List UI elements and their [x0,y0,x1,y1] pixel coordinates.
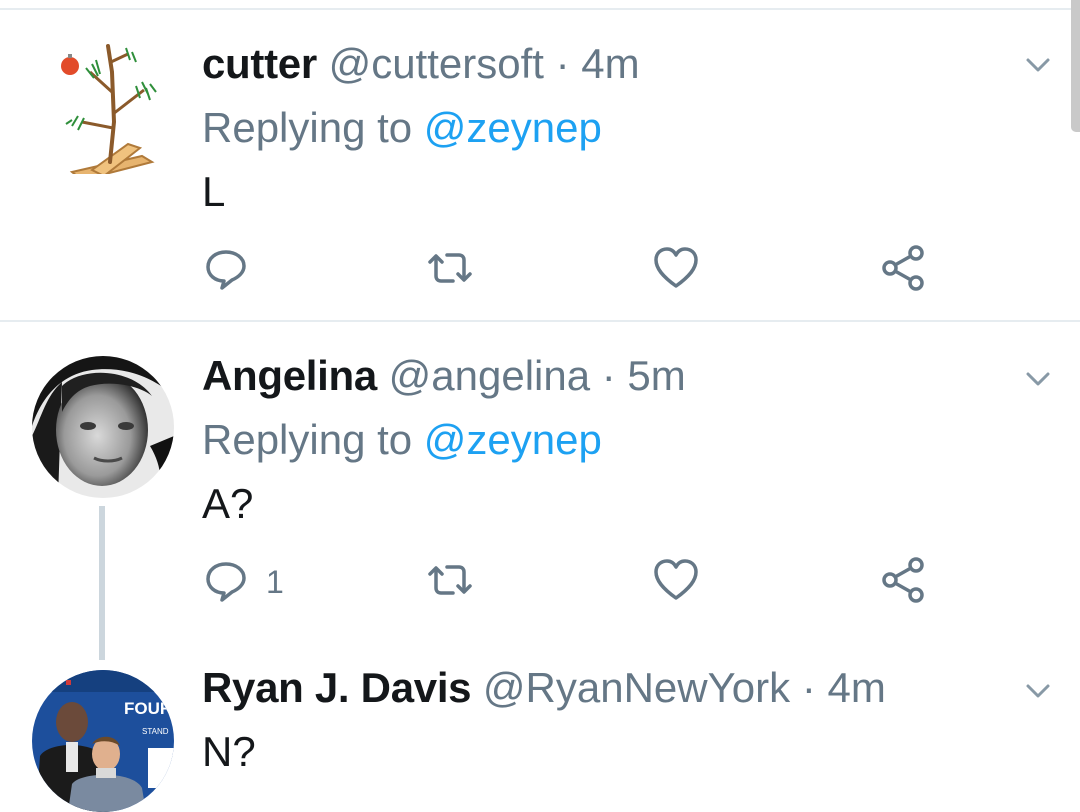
heart-icon[interactable] [648,240,704,296]
timestamp[interactable]: 5m [627,352,685,399]
reply-icon[interactable] [198,240,254,296]
thread-connector-line [99,506,105,660]
avatar[interactable] [32,32,174,174]
tweet-header: cutter @cuttersoft · 4m [202,38,640,90]
replying-prefix: Replying to [202,104,413,151]
replying-to: Replying to @zeynep [202,102,602,154]
tweet-header: Angelina @angelina · 5m [202,350,686,402]
retweet-icon[interactable] [422,552,478,608]
username-handle[interactable]: @RyanNewYork [483,664,790,711]
tweet-text: L [202,168,226,215]
timestamp[interactable]: 4m [581,40,639,87]
separator-dot: · [801,664,816,711]
display-name[interactable]: Angelina [202,352,377,399]
heart-icon[interactable] [648,552,704,608]
replying-to: Replying to @zeynep [202,414,602,466]
profile-photo-avatar-icon: FOUR STAND [32,670,174,812]
chevron-down-icon[interactable] [1020,364,1056,392]
separator-dot: · [555,40,570,87]
reply-count: 1 [266,564,284,600]
retweet-icon[interactable] [422,240,478,296]
tweet-angelina[interactable]: Angelina @angelina · 5m Replying to @zey… [0,322,1080,652]
separator-dot: · [601,352,616,399]
chevron-down-icon[interactable] [1020,676,1056,704]
mention-link[interactable]: @zeynep [424,416,602,463]
username-handle[interactable]: @cuttersoft [329,40,544,87]
reply-icon[interactable] [198,552,254,608]
tweet-text: N? [202,728,256,775]
timestamp[interactable]: 4m [827,664,885,711]
tweet-text: A? [202,480,254,527]
share-icon[interactable] [876,552,932,608]
replying-prefix: Replying to [202,416,413,463]
mention-link[interactable]: @zeynep [424,104,602,151]
chevron-down-icon[interactable] [1020,50,1056,78]
avatar[interactable] [32,356,174,498]
display-name[interactable]: cutter [202,40,317,87]
profile-photo-avatar-icon [32,356,174,498]
share-icon[interactable] [876,240,932,296]
tweet-cutter[interactable]: cutter @cuttersoft · 4m Replying to @zey… [0,0,1080,320]
avatar-sign-text: FOUR [124,699,172,718]
tweet-header: Ryan J. Davis @RyanNewYork · 4m [202,662,886,714]
display-name[interactable]: Ryan J. Davis [202,664,472,711]
username-handle[interactable]: @angelina [389,352,590,399]
avatar[interactable]: FOUR STAND [32,670,174,812]
avatar-sign-subtext: STAND [142,727,169,736]
christmas-tree-avatar-icon [32,32,174,174]
tweet-ryan[interactable]: FOUR STAND Ryan J. Davis @RyanNewYork · … [0,652,1080,812]
